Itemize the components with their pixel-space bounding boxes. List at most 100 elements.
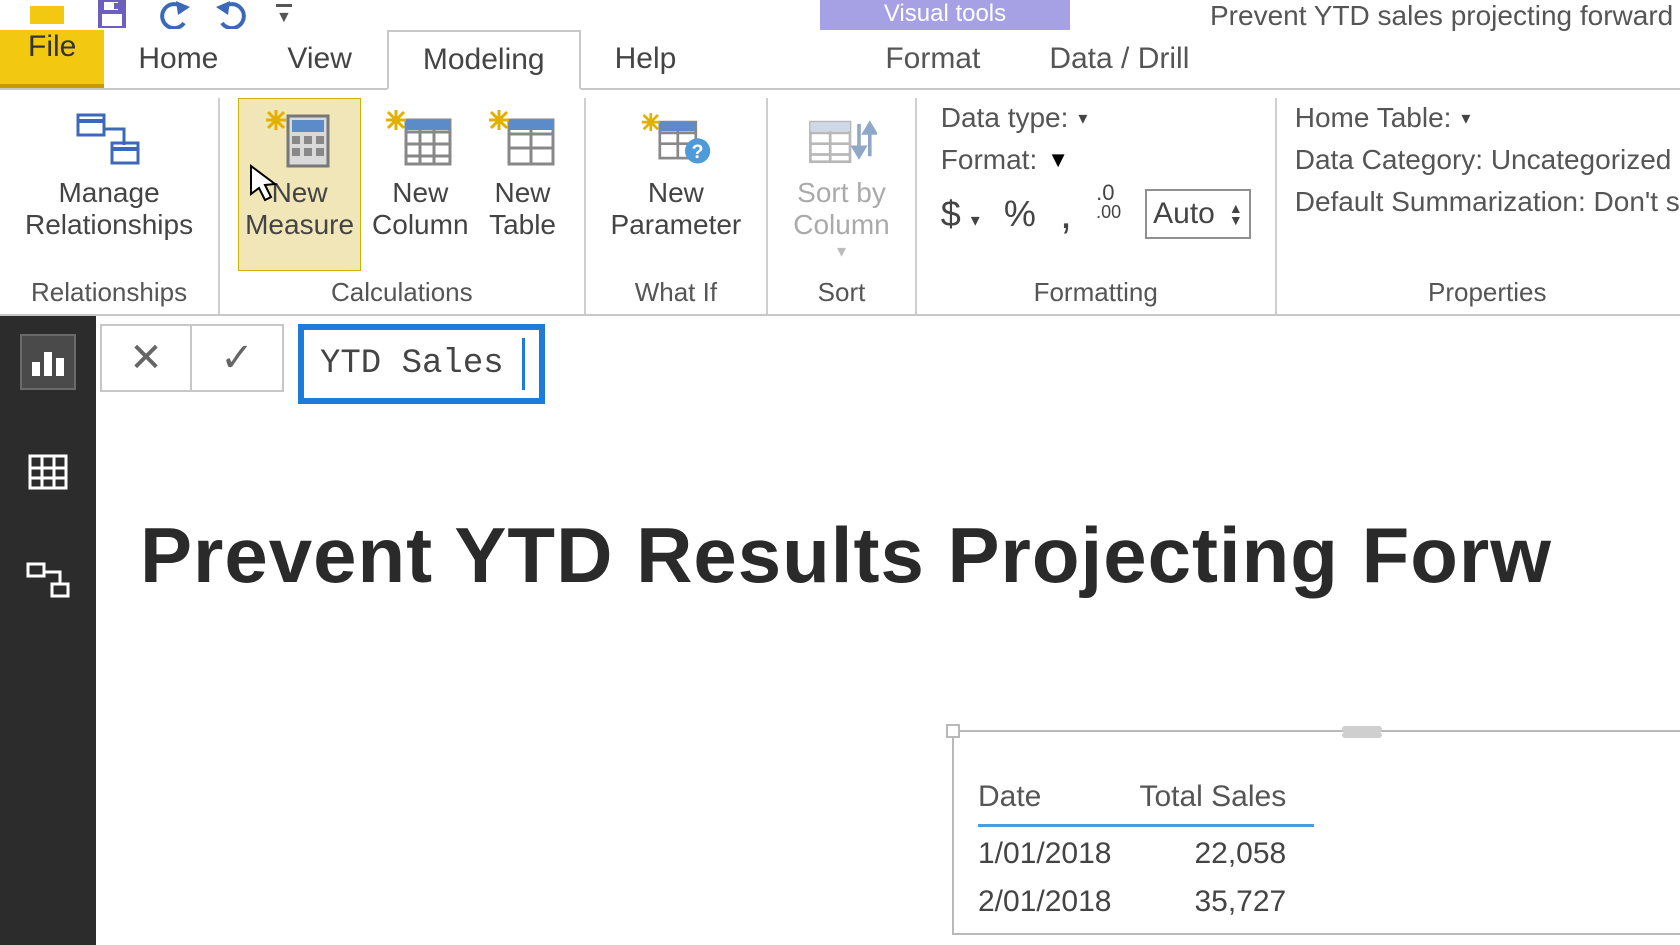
chevron-down-icon: ▾ <box>1078 108 1087 129</box>
svg-text:?: ? <box>691 141 703 163</box>
table-visual[interactable]: Date Total Sales 1/01/2018 22,058 2/01/2… <box>952 730 1680 935</box>
table-row[interactable]: 2/01/2018 35,727 <box>978 875 1314 923</box>
data-type-dropdown[interactable]: Data type: ▾ <box>941 102 1251 134</box>
default-summarization-dropdown[interactable]: Default Summarization: Don't s <box>1295 186 1680 218</box>
tab-help[interactable]: Help <box>581 30 712 88</box>
col-header-date[interactable]: Date <box>978 774 1139 826</box>
cell-total: 35,727 <box>1139 875 1314 923</box>
formula-bar: ✕ ✓ <box>100 324 1680 404</box>
commit-formula-button[interactable]: ✓ <box>192 326 282 390</box>
context-tab-label: Visual tools <box>884 0 1006 28</box>
new-table-label: New Table <box>489 177 556 241</box>
cancel-formula-button[interactable]: ✕ <box>102 326 192 390</box>
tab-home[interactable]: Home <box>104 30 253 88</box>
report-view-button[interactable] <box>22 336 74 388</box>
tab-data-drill-label: Data / Drill <box>1049 42 1189 76</box>
data-view-button[interactable] <box>22 446 74 498</box>
group-properties: Home Table: ▾ Data Category: Uncategoriz… <box>1277 98 1680 314</box>
table-row[interactable]: 1/01/2018 22,058 <box>978 826 1314 876</box>
model-icon <box>26 562 70 602</box>
chevron-down-icon: ▾ <box>971 210 980 230</box>
tab-modeling-label: Modeling <box>423 43 545 77</box>
sort-icon <box>805 105 877 177</box>
tab-format[interactable]: Format <box>851 30 1015 88</box>
tab-help-label: Help <box>615 42 677 76</box>
title-bar: ▼ Visual tools Prevent YTD sales project… <box>0 0 1680 30</box>
group-properties-label: Properties <box>1428 271 1547 308</box>
model-view-button[interactable] <box>22 556 74 608</box>
format-label: Format: <box>941 144 1037 176</box>
left-view-rail <box>0 316 96 945</box>
new-column-icon <box>384 105 456 177</box>
group-formatting: Data type: ▾ Format: ▼ $ ▾ % , .0.00 Aut… <box>917 98 1277 314</box>
group-sort-label: Sort <box>818 271 866 308</box>
new-column-button[interactable]: New Column <box>365 98 475 271</box>
currency-format-button[interactable]: $ ▾ <box>941 193 980 235</box>
group-relationships: Manage Relationships Relationships <box>0 98 220 314</box>
page-title: Prevent YTD Results Projecting Forw <box>140 510 1680 601</box>
format-dropdown[interactable]: Format: ▼ <box>941 144 1251 176</box>
tab-file[interactable]: File <box>0 30 104 88</box>
new-table-icon <box>487 105 559 177</box>
ribbon-tab-strip: File Home View Modeling Help Format Data… <box>0 30 1680 90</box>
new-measure-button[interactable]: New Measure <box>238 98 361 271</box>
data-type-label: Data type: <box>941 102 1069 134</box>
formula-input[interactable] <box>318 344 518 384</box>
tab-view-label: View <box>287 42 351 76</box>
percent-format-button[interactable]: % <box>1004 193 1036 235</box>
tab-view[interactable]: View <box>253 30 386 88</box>
document-title: Prevent YTD sales projecting forward <box>1210 0 1673 32</box>
tab-format-label: Format <box>885 42 980 76</box>
new-column-label: New Column <box>372 177 468 241</box>
save-icon[interactable] <box>96 0 130 30</box>
resize-handle-icon[interactable] <box>946 724 960 738</box>
group-whatif: ? New Parameter What If <box>586 98 769 314</box>
quick-access-toolbar: ▼ <box>0 0 292 30</box>
text-caret-icon <box>522 338 525 390</box>
new-table-button[interactable]: New Table <box>480 98 566 271</box>
col-header-total-sales[interactable]: Total Sales <box>1139 774 1314 826</box>
drag-handle-icon[interactable] <box>1342 726 1382 732</box>
visual-tools-context-tab[interactable]: Visual tools <box>820 0 1070 30</box>
new-parameter-button[interactable]: ? New Parameter <box>604 98 749 271</box>
decimal-auto-label: Auto <box>1153 197 1215 231</box>
cell-date: 2/01/2018 <box>978 875 1139 923</box>
report-canvas[interactable]: Prevent YTD Results Projecting Forw Date… <box>112 430 1680 945</box>
relationships-icon <box>73 105 145 177</box>
new-measure-icon <box>264 105 336 177</box>
formula-input-wrapper[interactable] <box>298 324 545 404</box>
manage-relationships-button[interactable]: Manage Relationships <box>18 98 200 271</box>
home-table-dropdown[interactable]: Home Table: ▾ <box>1295 102 1680 134</box>
spin-arrows-icon: ▲▼ <box>1229 202 1243 226</box>
chevron-down-icon: ▾ <box>837 241 846 262</box>
app-badge-icon <box>30 6 64 24</box>
data-category-dropdown[interactable]: Data Category: Uncategorized <box>1295 144 1680 176</box>
new-measure-label: New Measure <box>245 177 354 241</box>
manage-relationships-label: Manage Relationships <box>25 177 193 241</box>
decimal-places-stepper[interactable]: Auto ▲▼ <box>1145 189 1251 239</box>
data-category-label: Data Category: Uncategorized <box>1295 144 1672 176</box>
bar-chart-icon <box>28 344 68 380</box>
tab-data-drill[interactable]: Data / Drill <box>1015 30 1224 88</box>
close-icon: ✕ <box>129 335 163 381</box>
group-whatif-label: What If <box>635 271 717 308</box>
check-icon: ✓ <box>220 335 254 381</box>
group-calculations-label: Calculations <box>331 271 473 308</box>
sort-by-column-label: Sort by Column <box>793 177 889 241</box>
group-calculations: New Measure New Column <box>220 98 585 314</box>
tab-home-label: Home <box>138 42 218 76</box>
cell-date: 1/01/2018 <box>978 826 1139 876</box>
chevron-down-icon: ▾ <box>1461 108 1470 129</box>
sort-by-column-button[interactable]: Sort by Column ▾ <box>786 98 896 271</box>
tab-modeling[interactable]: Modeling <box>387 30 581 90</box>
home-table-label: Home Table: <box>1295 102 1452 134</box>
group-sort: Sort by Column ▾ Sort <box>768 98 916 314</box>
redo-icon[interactable] <box>214 1 254 29</box>
decimal-places-icon[interactable]: .0.00 <box>1096 188 1121 240</box>
thousands-separator-button[interactable]: , <box>1060 189 1072 239</box>
data-table: Date Total Sales 1/01/2018 22,058 2/01/2… <box>978 774 1314 923</box>
undo-icon[interactable] <box>152 1 192 29</box>
chevron-down-icon: ▼ <box>1047 147 1069 173</box>
group-relationships-label: Relationships <box>31 271 187 308</box>
qat-customize-icon[interactable]: ▼ <box>276 4 292 27</box>
